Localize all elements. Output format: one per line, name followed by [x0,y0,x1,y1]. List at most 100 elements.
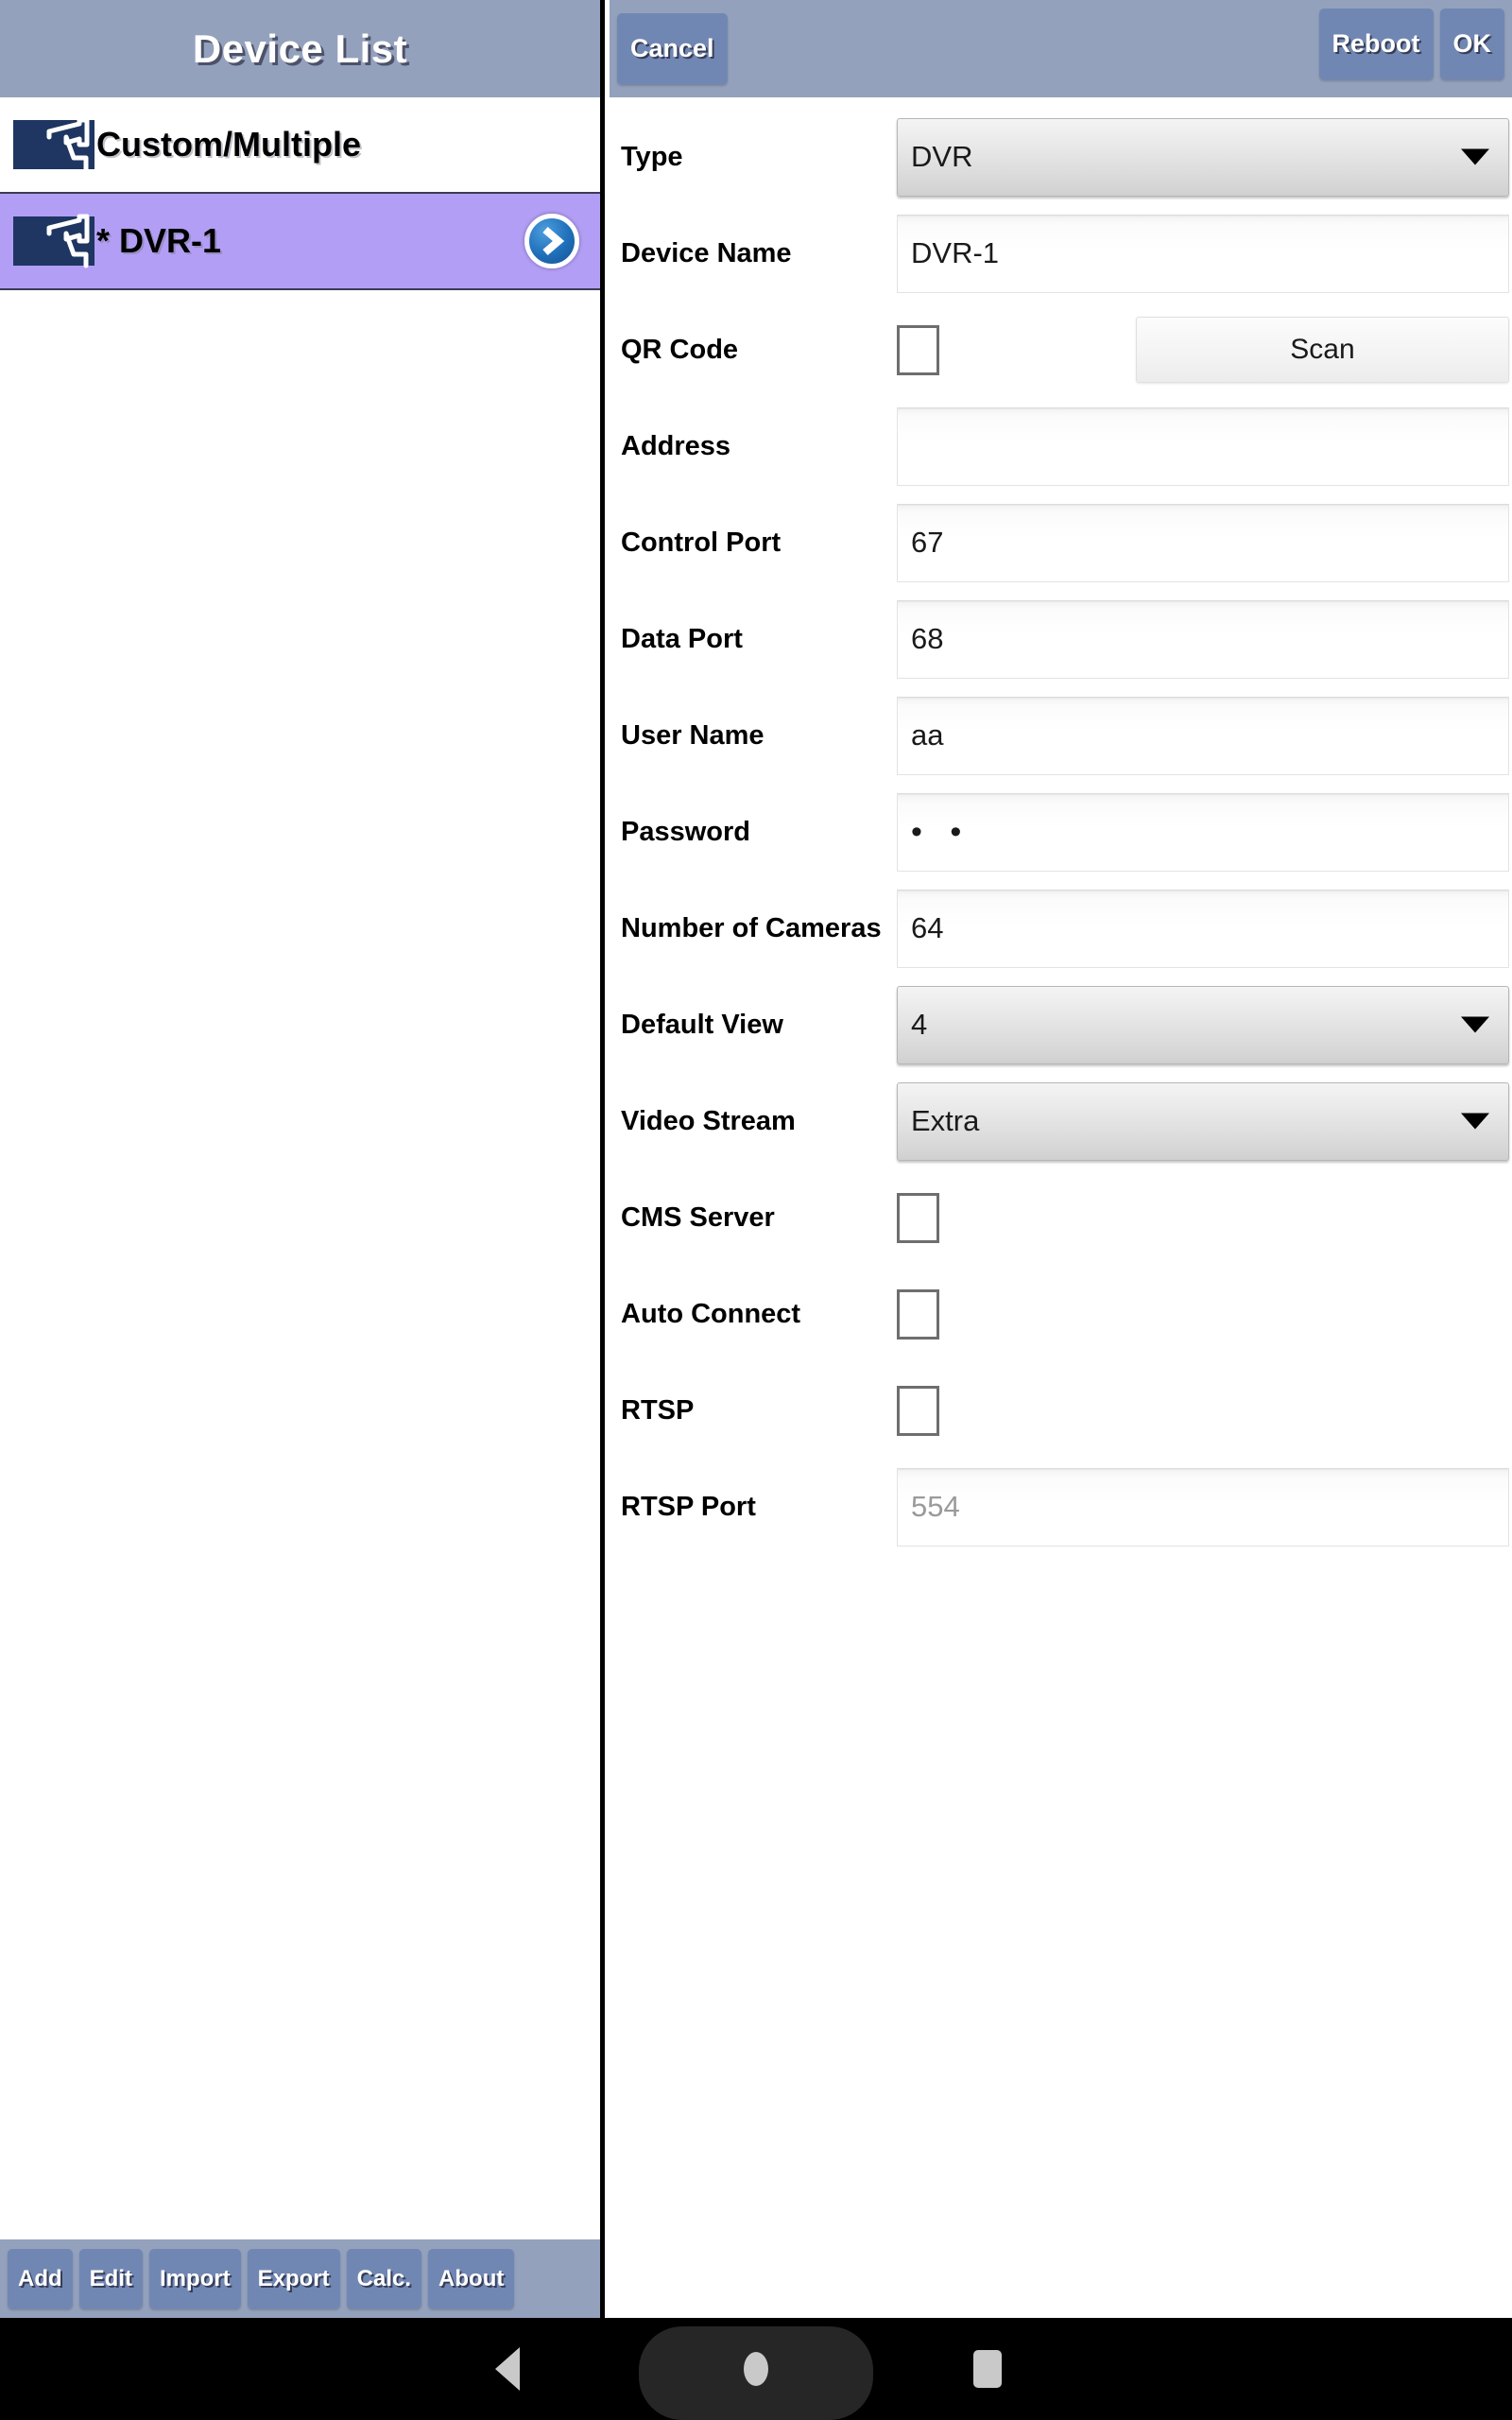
toolbar-button-export[interactable]: Export [247,2249,340,2308]
home-pill-icon[interactable] [744,2352,768,2386]
input-number-of-cameras[interactable]: 64 [897,889,1509,968]
toolbar-button-add[interactable]: Add [8,2249,73,2308]
form-control-default-view: 4 [897,985,1512,1064]
cctv-camera-icon [13,117,94,172]
checkbox-wrap-rtsp [897,1385,1509,1436]
device-settings-panel: Cancel Reboot OK Type DVR Device Name DVR-1… [610,0,1512,2318]
form-row-rtsp: RTSP [610,1362,1512,1459]
form-row-data-port: Data Port 68 [610,591,1512,687]
form-control-user-name: aa [897,696,1512,775]
form-row-video-stream: Video Stream Extra [610,1073,1512,1169]
toolbar-button-calc[interactable]: Calc. [346,2249,422,2308]
input-rtsp-port[interactable]: 554 [897,1467,1509,1547]
input-value-device-name: DVR-1 [911,236,1000,269]
device-detail-chevron-icon[interactable] [524,214,579,268]
input-device-name[interactable]: DVR-1 [897,214,1509,293]
chevron-down-icon [1461,1016,1489,1033]
toolbar-button-about[interactable]: About [428,2249,515,2308]
page-title: Device List [192,26,408,71]
form-control-rtsp [897,1385,1512,1436]
form-label-video-stream: Video Stream [621,1105,796,1136]
device-list-toolbar: Add Edit Import Export Calc. About [0,2239,600,2318]
checkbox-wrap-cms-server [897,1192,1509,1243]
input-control-port[interactable]: 67 [897,503,1509,582]
checkbox-qr-code[interactable] [897,324,939,375]
form-control-cms-server [897,1192,1512,1243]
form-control-control-port: 67 [897,503,1512,582]
form-row-password: Password • • [610,784,1512,880]
form-label-user-name: User Name [621,719,765,751]
toolbar-button-edit[interactable]: Edit [78,2249,143,2308]
form-control-video-stream: Extra [897,1081,1512,1161]
checkbox-wrap-auto-connect [897,1288,1509,1340]
form-row-default-view: Default View 4 [610,977,1512,1073]
form-row-number-of-cameras: Number of Cameras 64 [610,880,1512,977]
dropdown-value-default-view: 4 [911,1008,928,1041]
app-root: Device List Custom/Multiple * DVR-1 Add Ed… [0,0,1512,2420]
form-row-auto-connect: Auto Connect [610,1266,1512,1362]
form-label-address: Address [621,430,731,461]
input-value-data-port: 68 [911,622,944,655]
device-settings-form: Type DVR Device Name DVR-1 QR Code Scan Addres… [610,97,1512,1555]
form-label-auto-connect: Auto Connect [621,1298,801,1329]
input-data-port[interactable]: 68 [897,599,1509,679]
form-row-rtsp-port: RTSP Port 554 [610,1459,1512,1555]
form-control-qr-code: Scan [897,317,1512,383]
device-list: Custom/Multiple * DVR-1 [0,97,600,290]
form-label-data-port: Data Port [621,623,743,654]
form-control-device-name: DVR-1 [897,214,1512,293]
form-row-address: Address [610,398,1512,494]
reboot-button[interactable]: Reboot [1318,9,1434,79]
dropdown-value-type: DVR [911,140,973,173]
form-label-number-of-cameras: Number of Cameras [621,912,882,943]
input-value-number-of-cameras: 64 [911,911,944,944]
input-address[interactable] [897,406,1509,486]
cctv-camera-icon [13,214,94,268]
device-list-item[interactable]: Custom/Multiple [0,97,600,194]
input-user-name[interactable]: aa [897,696,1509,775]
device-list-item-label: Custom/Multiple [96,125,361,164]
form-label-control-port: Control Port [621,527,782,558]
input-value-control-port: 67 [911,526,944,559]
device-list-item-label: * DVR-1 [96,221,222,260]
device-settings-header: Cancel Reboot OK [610,0,1512,97]
dropdown-value-video-stream: Extra [911,1104,980,1137]
dropdown-video-stream[interactable]: Extra [897,1081,1509,1161]
checkbox-cms-server[interactable] [897,1192,939,1243]
form-label-qr-code: QR Code [621,334,739,365]
form-label-type: Type [621,141,683,172]
header-action-group: Reboot OK [1318,9,1504,79]
chevron-down-icon [1461,1113,1489,1130]
toolbar-button-import[interactable]: Import [148,2249,241,2308]
form-row-control-port: Control Port 67 [610,494,1512,591]
back-triangle-icon[interactable] [495,2347,520,2391]
dropdown-type[interactable]: DVR [897,117,1509,197]
form-control-password: • • [897,792,1512,872]
form-label-password: Password [621,816,750,847]
ok-button[interactable]: OK [1439,9,1504,79]
form-row-type: Type DVR [610,109,1512,205]
form-control-number-of-cameras: 64 [897,889,1512,968]
scan-button[interactable]: Scan [1136,317,1509,383]
chevron-down-icon [1461,148,1489,165]
device-list-item[interactable]: * DVR-1 [0,194,600,290]
dropdown-default-view[interactable]: 4 [897,985,1509,1064]
checkbox-rtsp[interactable] [897,1385,939,1436]
device-list-header: Device List [0,0,600,97]
form-label-rtsp-port: RTSP Port [621,1491,756,1522]
input-placeholder-rtsp-port: 554 [911,1490,960,1523]
form-row-user-name: User Name aa [610,687,1512,784]
recent-apps-icon[interactable] [973,2350,1002,2388]
android-navigation-bar [0,2318,1512,2420]
form-control-address [897,406,1512,486]
device-list-panel: Device List Custom/Multiple * DVR-1 Add Ed… [0,0,605,2318]
form-row-qr-code: QR Code Scan [610,302,1512,398]
input-value-password: • • [911,814,971,850]
input-password[interactable]: • • [897,792,1509,872]
input-value-user-name: aa [911,718,944,752]
checkbox-auto-connect[interactable] [897,1288,939,1340]
form-control-type: DVR [897,117,1512,197]
cancel-button[interactable]: Cancel [617,13,728,84]
form-label-default-view: Default View [621,1009,783,1040]
form-label-rtsp: RTSP [621,1394,695,1426]
